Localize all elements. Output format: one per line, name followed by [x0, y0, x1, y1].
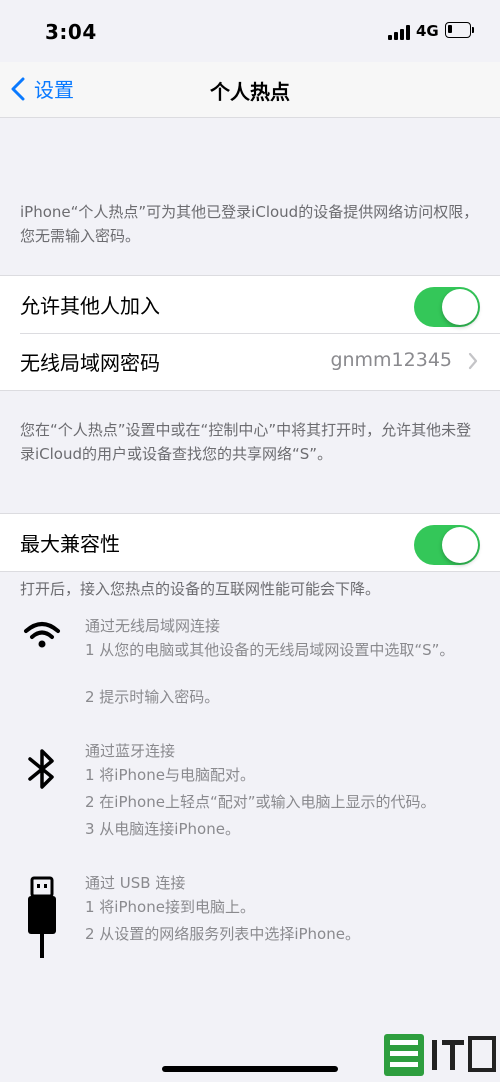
hotspot-info-description: 您在“个人热点”设置中或在“控制中心”中将其打开时，允许其他未登录iCloud的…	[20, 421, 472, 463]
max-compat-toggle[interactable]	[414, 525, 480, 565]
bluetooth-step-1: 1 将iPhone与电脑配对。	[85, 766, 255, 784]
navigation-bar: 设置 个人热点	[0, 62, 500, 118]
status-bar: 3:04 4G	[0, 0, 500, 62]
network-type: 4G	[416, 22, 439, 40]
bluetooth-connection-title: 通过蓝牙连接	[85, 742, 176, 760]
battery-icon	[445, 22, 475, 38]
chevron-right-icon	[468, 352, 478, 370]
compatibility-group: 最大兼容性	[0, 513, 500, 572]
usb-icon	[28, 876, 56, 958]
allow-others-toggle[interactable]	[414, 287, 480, 327]
wifi-step-2: 2 提示时输入密码。	[85, 688, 220, 706]
wifi-password-row[interactable]: 无线局域网密码 gnmm12345	[0, 333, 500, 390]
page-title: 个人热点	[210, 80, 290, 104]
allow-others-label: 允许其他人加入	[20, 294, 160, 318]
bluetooth-step-3: 3 从电脑连接iPhone。	[85, 820, 240, 838]
usb-step-2: 2 从设置的网络服务列表中选择iPhone。	[85, 925, 360, 943]
allow-others-row[interactable]: 允许其他人加入	[0, 276, 500, 333]
status-time: 3:04	[45, 20, 97, 44]
cellular-signal-icon	[388, 24, 412, 40]
usb-step-1: 1 将iPhone接到电脑上。	[85, 898, 255, 916]
compat-note: 打开后，接入您热点的设备的互联网性能可能会下降。	[20, 580, 381, 598]
usb-connection-title: 通过 USB 连接	[85, 874, 186, 892]
max-compat-row[interactable]: 最大兼容性	[0, 514, 500, 571]
max-compat-label: 最大兼容性	[20, 532, 120, 556]
wifi-password-value: gnmm12345	[330, 349, 452, 371]
wifi-connection-title: 通过无线局域网连接	[85, 617, 221, 635]
hotspot-settings-group: 允许其他人加入 无线局域网密码 gnmm12345	[0, 275, 500, 391]
wifi-password-label: 无线局域网密码	[20, 351, 160, 375]
intro-description: iPhone“个人热点”可为其他已登录iCloud的设备提供网络访问权限，您无需…	[20, 203, 479, 245]
wifi-icon	[24, 622, 60, 648]
home-indicator[interactable]	[162, 1066, 338, 1072]
bluetooth-icon	[28, 749, 54, 789]
wifi-step-1: 1 从您的电脑或其他设备的无线局域网设置中选取“S”。	[85, 641, 455, 659]
watermark-logo	[384, 1034, 496, 1076]
bluetooth-step-2: 2 在iPhone上轻点“配对”或输入电脑上显示的代码。	[85, 793, 436, 811]
